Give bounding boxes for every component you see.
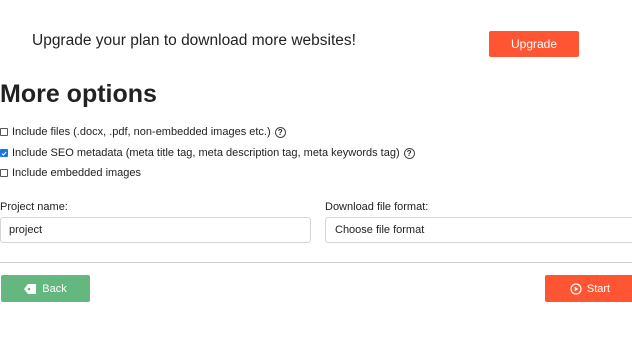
start-button[interactable]: Start [545,275,632,302]
tag-back-icon [24,283,37,294]
project-name-label: Project name: [0,201,68,213]
include-embedded-label: Include embedded images [12,167,142,179]
file-format-value: Choose file format [335,224,425,236]
play-circle-icon [570,282,582,295]
option-include-seo-metadata[interactable]: Include SEO metadata (meta title tag, me… [0,145,415,161]
section-title: More options [0,80,157,108]
divider [0,262,632,263]
page: Upgrade your plan to download more websi… [0,0,632,346]
start-label: Start [586,282,611,295]
include-files-checkbox[interactable] [0,128,8,136]
download-format-label: Download file format: [325,201,429,213]
include-seo-label: Include SEO metadata (meta title tag, me… [12,147,400,159]
project-name-input[interactable] [0,217,311,243]
question-circle-icon[interactable]: ? [403,147,415,159]
question-circle-icon[interactable]: ? [274,126,286,138]
upgrade-button[interactable]: Upgrade [489,31,579,57]
option-include-files[interactable]: Include files (.docx, .pdf, non-embedded… [0,124,286,140]
include-files-label: Include files (.docx, .pdf, non-embedded… [12,126,271,138]
file-format-select[interactable]: Choose file format [325,217,632,243]
upgrade-message: Upgrade your plan to download more websi… [32,32,356,49]
back-button[interactable]: Back [1,275,90,302]
back-label: Back [42,282,67,295]
include-seo-checkbox[interactable] [0,149,8,157]
option-include-embedded-images[interactable]: Include embedded images [0,165,141,181]
include-embedded-checkbox[interactable] [0,169,8,177]
